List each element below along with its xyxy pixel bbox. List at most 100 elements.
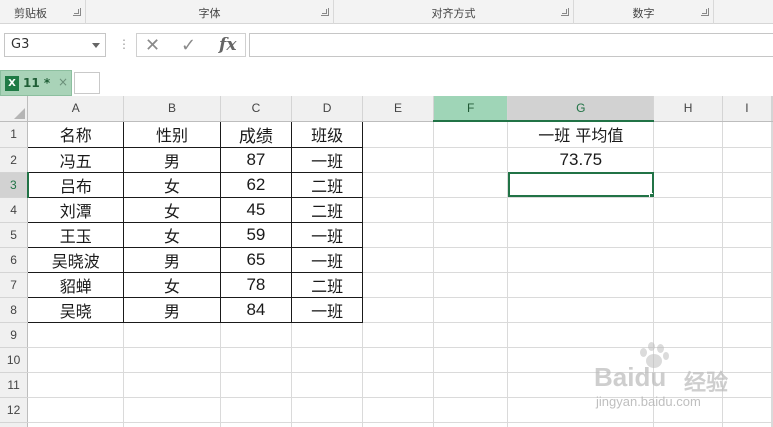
cell-g7[interactable]: [507, 272, 655, 298]
cell-f11[interactable]: [433, 372, 509, 398]
cell-g2[interactable]: 73.75: [507, 147, 655, 173]
cell-i13[interactable]: [722, 422, 773, 427]
cell-d2[interactable]: 一班: [291, 146, 364, 173]
cell-c12[interactable]: [220, 397, 293, 423]
row-header-6[interactable]: 6: [0, 247, 29, 273]
cell-c5[interactable]: 59: [219, 221, 293, 248]
cell-overflow[interactable]: [771, 322, 773, 348]
cell-g10[interactable]: [507, 347, 655, 373]
column-header-d[interactable]: D: [291, 96, 364, 122]
row-header-5[interactable]: 5: [0, 222, 29, 248]
cell-a13[interactable]: [27, 422, 125, 427]
cell-f13[interactable]: [433, 422, 509, 427]
cell-f10[interactable]: [433, 347, 509, 373]
cell-overflow[interactable]: [771, 347, 773, 373]
cell-a8[interactable]: 吴晓: [27, 296, 125, 323]
cell-h6[interactable]: [653, 247, 723, 273]
cell-c10[interactable]: [220, 347, 293, 373]
cell-overflow[interactable]: [771, 297, 773, 323]
cell-i10[interactable]: [722, 347, 773, 373]
cell-a12[interactable]: [27, 397, 125, 423]
row-header-1[interactable]: 1: [0, 121, 29, 148]
cell-a3[interactable]: 吕布: [27, 171, 125, 198]
cell-b6[interactable]: 男: [123, 246, 221, 273]
cell-i6[interactable]: [722, 247, 773, 273]
cell-h10[interactable]: [653, 347, 723, 373]
cell-d1[interactable]: 班级: [291, 120, 364, 148]
cell-i2[interactable]: [722, 147, 773, 173]
cell-f9[interactable]: [433, 322, 509, 348]
cell-g12[interactable]: [507, 397, 655, 423]
cell-h13[interactable]: [653, 422, 723, 427]
cell-e7[interactable]: [362, 272, 434, 298]
cell-e4[interactable]: [362, 197, 434, 223]
cell-d5[interactable]: 一班: [291, 221, 364, 248]
cell-a9[interactable]: [27, 322, 125, 348]
cell-f8[interactable]: [433, 297, 509, 323]
enter-check-icon[interactable]: ✓: [181, 35, 196, 56]
cell-f1[interactable]: [433, 121, 509, 148]
cell-f4[interactable]: [433, 197, 509, 223]
cell-overflow[interactable]: [771, 272, 773, 298]
column-header-g[interactable]: G: [507, 96, 655, 122]
column-header-a[interactable]: A: [27, 96, 125, 122]
close-tab-icon[interactable]: ×: [58, 75, 68, 89]
cell-overflow[interactable]: [771, 397, 773, 423]
cell-g1[interactable]: 一班 平均值: [507, 121, 655, 148]
cell-h2[interactable]: [653, 147, 723, 173]
column-header-overflow[interactable]: [771, 96, 773, 122]
number-dialog-launcher-icon[interactable]: [701, 8, 709, 16]
column-header-c[interactable]: C: [220, 96, 293, 122]
cell-h11[interactable]: [653, 372, 723, 398]
cell-i4[interactable]: [722, 197, 773, 223]
cell-i11[interactable]: [722, 372, 773, 398]
column-header-h[interactable]: H: [653, 96, 723, 122]
cell-c3[interactable]: 62: [219, 171, 293, 198]
cell-g5[interactable]: [507, 222, 655, 248]
cell-overflow[interactable]: [771, 147, 773, 173]
cell-overflow[interactable]: [771, 121, 773, 148]
row-header-7[interactable]: 7: [0, 272, 29, 298]
cell-b5[interactable]: 女: [123, 221, 221, 248]
column-header-e[interactable]: E: [362, 96, 434, 122]
row-header-11[interactable]: 11: [0, 372, 29, 398]
column-header-i[interactable]: I: [722, 96, 773, 122]
cell-a11[interactable]: [27, 372, 125, 398]
row-header-3[interactable]: 3: [0, 172, 29, 198]
cell-a6[interactable]: 吴晓波: [27, 246, 125, 273]
cell-a5[interactable]: 王玉: [27, 221, 125, 248]
cell-d6[interactable]: 一班: [291, 246, 364, 273]
cell-a2[interactable]: 冯五: [27, 146, 125, 173]
cell-d8[interactable]: 一班: [291, 296, 364, 323]
cell-a7[interactable]: 貂蝉: [27, 271, 125, 298]
cell-b12[interactable]: [123, 397, 221, 423]
cell-e2[interactable]: [362, 147, 434, 173]
formula-input[interactable]: [249, 33, 773, 57]
cell-g11[interactable]: [507, 372, 655, 398]
cell-b10[interactable]: [123, 347, 221, 373]
cell-d7[interactable]: 二班: [291, 271, 364, 298]
row-header-12[interactable]: 12: [0, 397, 29, 423]
column-header-f[interactable]: F: [433, 96, 509, 122]
cell-f3[interactable]: [433, 172, 509, 198]
cell-e3[interactable]: [362, 172, 434, 198]
cell-overflow[interactable]: [771, 197, 773, 223]
cell-overflow[interactable]: [771, 372, 773, 398]
cell-e12[interactable]: [362, 397, 434, 423]
cell-i7[interactable]: [722, 272, 773, 298]
cell-e10[interactable]: [362, 347, 434, 373]
cell-d4[interactable]: 二班: [291, 196, 364, 223]
cell-c4[interactable]: 45: [219, 196, 293, 223]
cell-d9[interactable]: [291, 322, 364, 348]
cell-i9[interactable]: [722, 322, 773, 348]
cell-h12[interactable]: [653, 397, 723, 423]
cell-b8[interactable]: 男: [123, 296, 221, 323]
cell-b13[interactable]: [123, 422, 221, 427]
cell-c11[interactable]: [220, 372, 293, 398]
row-header-13[interactable]: 13: [0, 422, 29, 427]
cell-a4[interactable]: 刘潭: [27, 196, 125, 223]
cancel-icon[interactable]: ✕: [145, 35, 160, 56]
cell-e1[interactable]: [362, 121, 434, 148]
cell-e8[interactable]: [362, 297, 434, 323]
row-header-2[interactable]: 2: [0, 147, 29, 173]
